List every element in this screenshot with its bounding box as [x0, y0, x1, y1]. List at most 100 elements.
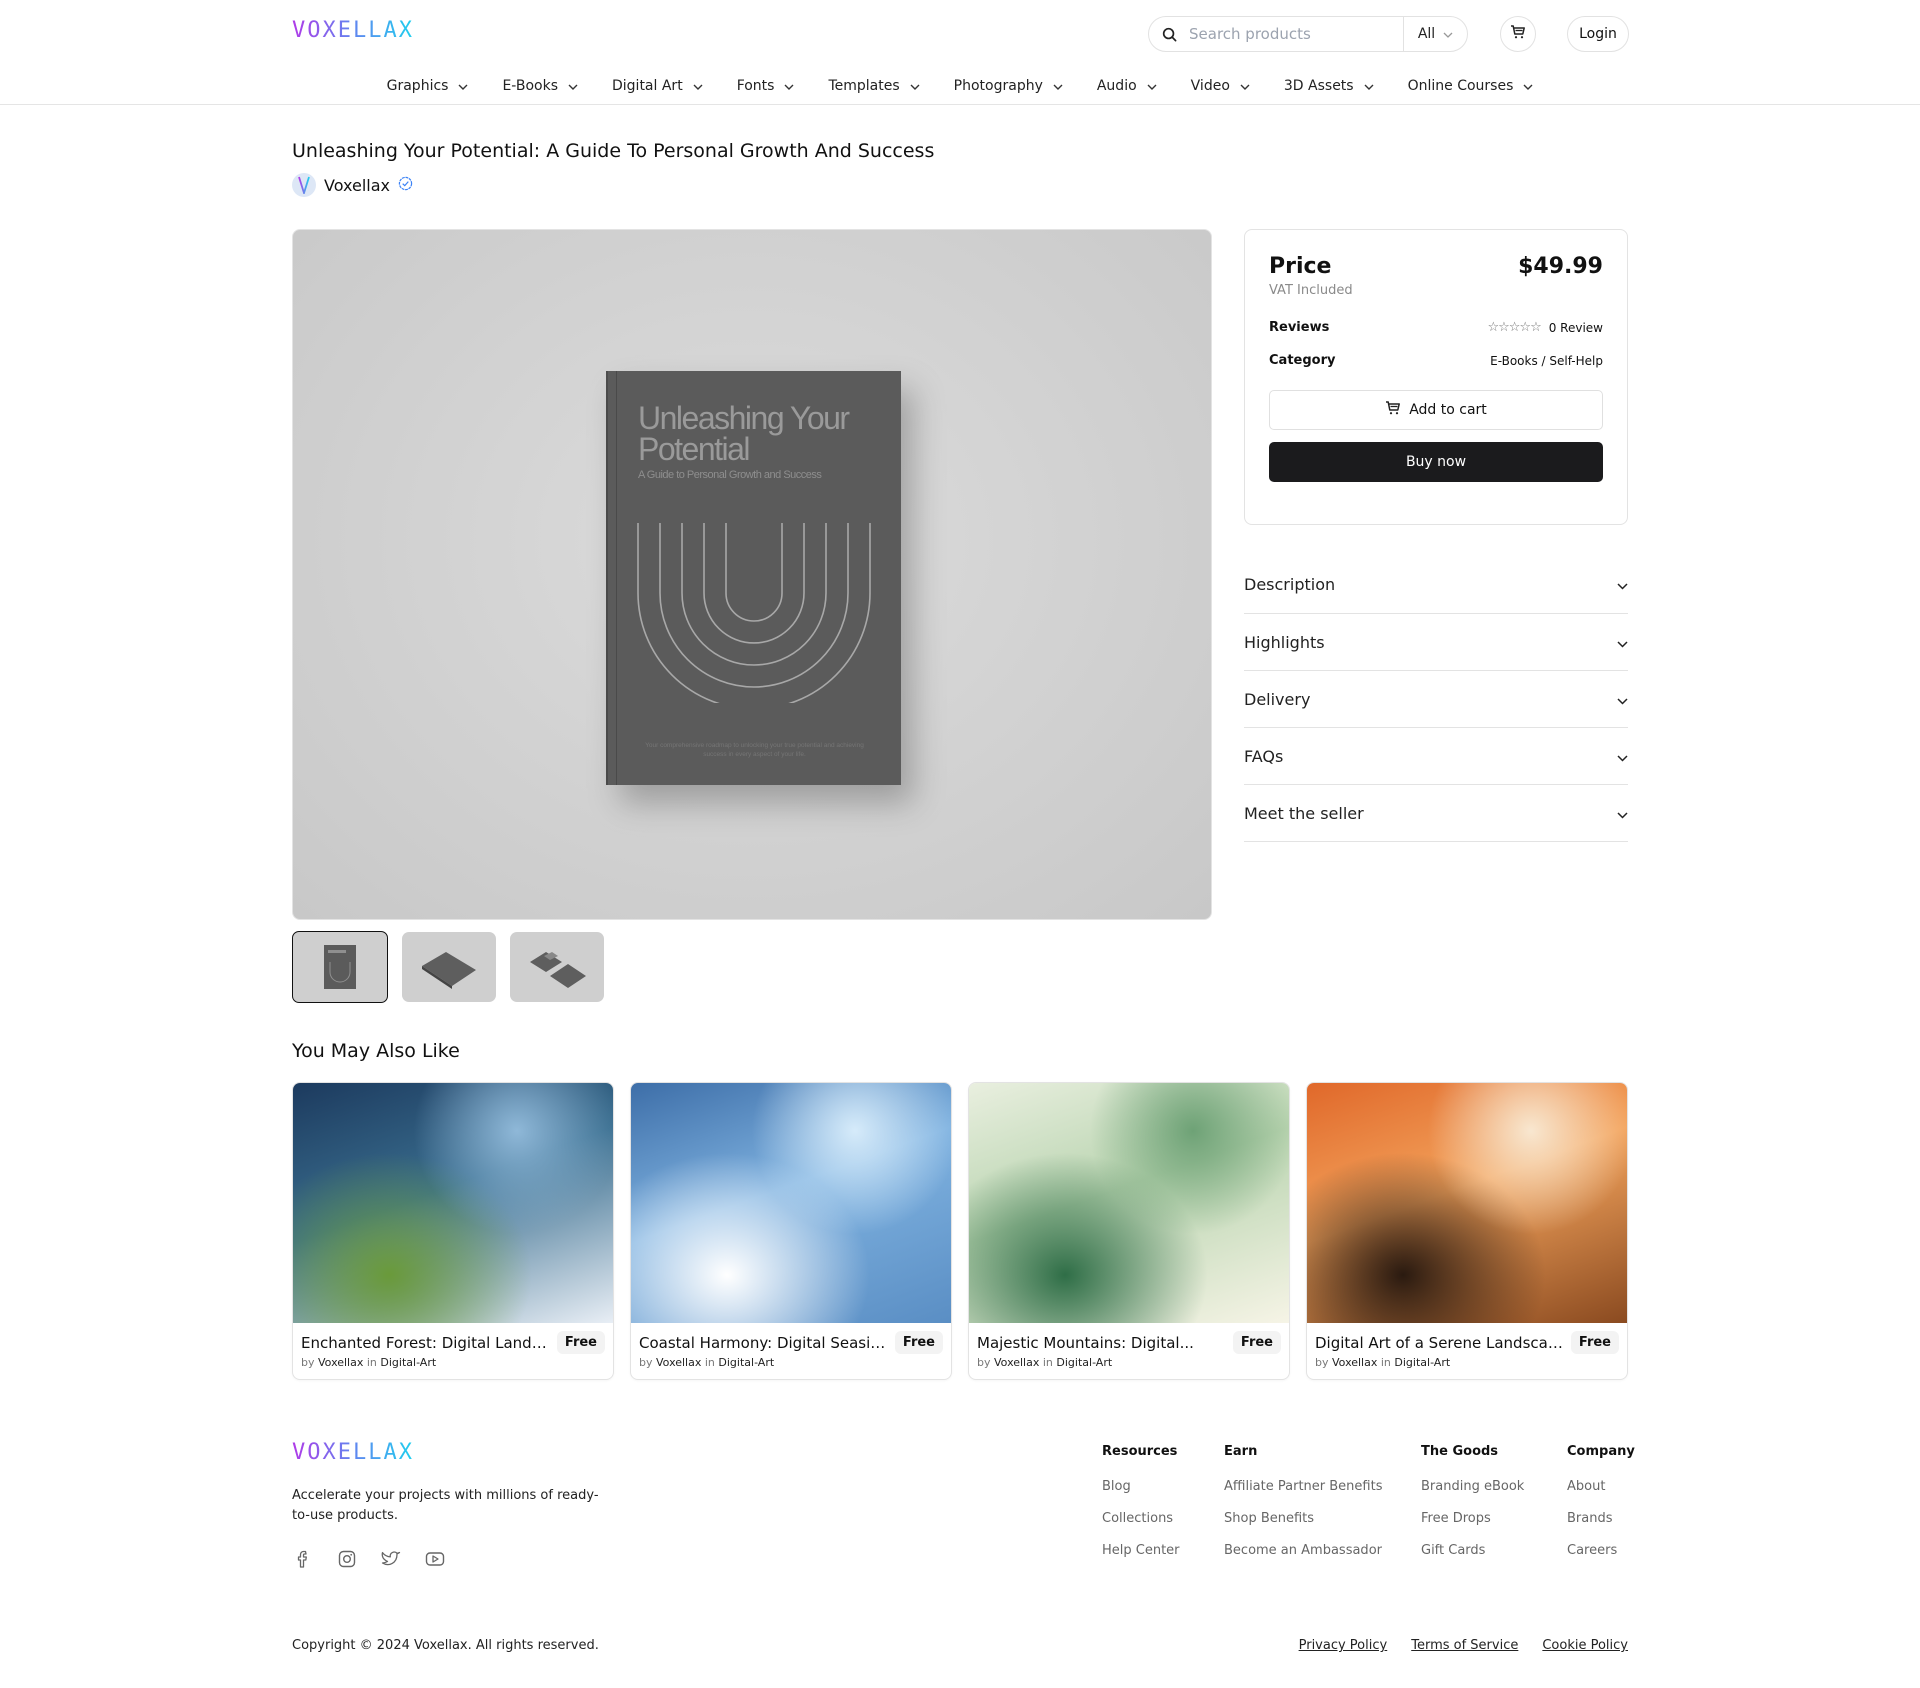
nav-item-3d-assets[interactable]: 3D Assets: [1267, 74, 1391, 98]
product-card-title: Digital Art of a Serene Landscape: [1315, 1333, 1565, 1352]
footer-link-affiliate[interactable]: Affiliate Partner Benefits: [1224, 1479, 1382, 1494]
meta-seller[interactable]: Voxellax: [994, 1356, 1039, 1369]
footer-col-the-goods: The Goods Branding eBook Free Drops Gift…: [1421, 1444, 1524, 1575]
product-card[interactable]: Coastal Harmony: Digital Seaside... Free …: [630, 1082, 952, 1380]
accordion-label: FAQs: [1244, 746, 1284, 766]
footer-link-careers[interactable]: Careers: [1567, 1543, 1635, 1558]
instagram-icon[interactable]: [336, 1548, 358, 1570]
nav-item-audio[interactable]: Audio: [1080, 74, 1174, 98]
product-card-image: [1307, 1083, 1627, 1323]
login-button[interactable]: Login: [1567, 16, 1629, 52]
meta-by: by: [1315, 1356, 1329, 1369]
meta-seller[interactable]: Voxellax: [656, 1356, 701, 1369]
price-badge: Free: [556, 1331, 605, 1354]
footer-link-gift-cards[interactable]: Gift Cards: [1421, 1543, 1524, 1558]
category-value[interactable]: E-Books / Self-Help: [1490, 354, 1603, 368]
book-cover-footer-line: Your comprehensive roadmap to unlocking …: [645, 742, 864, 749]
book-cover-title: Unleashing Your Potential: [638, 402, 850, 467]
product-card-title: Enchanted Forest: Digital Landsca...: [301, 1333, 551, 1352]
accordion-delivery[interactable]: Delivery: [1244, 671, 1628, 728]
product-card-image: [631, 1083, 951, 1323]
footer-link-shop-benefits[interactable]: Shop Benefits: [1224, 1511, 1382, 1526]
footer-link-brands[interactable]: Brands: [1567, 1511, 1635, 1526]
reviews-count: 0 Review: [1548, 320, 1603, 335]
rating-stars[interactable]: ☆☆☆☆☆ 0 Review: [1487, 320, 1603, 335]
footer-link-collections[interactable]: Collections: [1102, 1511, 1180, 1526]
accordion-highlights[interactable]: Highlights: [1244, 614, 1628, 671]
product-card-meta: by Voxellax in Digital-Art: [977, 1356, 1281, 1369]
meta-category[interactable]: Digital-Art: [1394, 1356, 1450, 1369]
meta-seller[interactable]: Voxellax: [1332, 1356, 1377, 1369]
nav-item-photography[interactable]: Photography: [937, 74, 1080, 98]
thumbnail-front-view[interactable]: [292, 931, 388, 1003]
cookie-policy-link[interactable]: Cookie Policy: [1542, 1638, 1628, 1653]
footer-col-heading: The Goods: [1421, 1444, 1499, 1459]
accordion-meet-the-seller[interactable]: Meet the seller: [1244, 785, 1628, 842]
nav-item-graphics[interactable]: Graphics: [370, 74, 486, 98]
footer-col-heading: Earn: [1224, 1444, 1258, 1459]
nav-item-label: Audio: [1096, 78, 1137, 94]
accordion-label: Highlights: [1244, 632, 1325, 652]
seller-info[interactable]: Voxellax: [292, 173, 413, 197]
brand-logo[interactable]: VOXELLAX: [292, 18, 414, 43]
add-to-cart-button[interactable]: Add to cart: [1269, 390, 1603, 430]
chevron-down-icon: [1617, 690, 1628, 709]
privacy-policy-link[interactable]: Privacy Policy: [1299, 1638, 1388, 1653]
chevron-down-icon: [1617, 747, 1628, 766]
search-input[interactable]: [1189, 25, 1403, 43]
nav-item-video[interactable]: Video: [1174, 74, 1267, 98]
footer-col-resources: Resources Blog Collections Help Center: [1102, 1444, 1180, 1575]
footer-link-ambassador[interactable]: Become an Ambassador: [1224, 1543, 1382, 1558]
footer-logo[interactable]: VOXELLAX: [292, 1440, 414, 1465]
twitter-icon[interactable]: [380, 1548, 402, 1570]
meta-category[interactable]: Digital-Art: [1056, 1356, 1112, 1369]
footer-link-free-drops[interactable]: Free Drops: [1421, 1511, 1524, 1526]
footer-col-heading: Company: [1567, 1444, 1635, 1459]
nav-item-digital-art[interactable]: Digital Art: [595, 74, 720, 98]
thumbnail-two-books-view[interactable]: [510, 932, 604, 1002]
book-cover-arcs-graphic: [637, 523, 871, 703]
meta-by: by: [639, 1356, 653, 1369]
accordion-label: Meet the seller: [1244, 803, 1364, 823]
product-card[interactable]: Majestic Mountains: Digital... Free by Vo…: [968, 1082, 1290, 1380]
book-cover-footer-line: success in every aspect of your life.: [703, 751, 806, 758]
accordion-faqs[interactable]: FAQs: [1244, 728, 1628, 785]
category-select[interactable]: All: [1404, 26, 1467, 42]
youtube-icon[interactable]: [424, 1548, 446, 1570]
meta-seller[interactable]: Voxellax: [318, 1356, 363, 1369]
star-rating-icons: ☆☆☆☆☆: [1487, 320, 1541, 335]
footer-link-help-center[interactable]: Help Center: [1102, 1543, 1180, 1558]
facebook-icon[interactable]: [292, 1548, 314, 1570]
footer-link-blog[interactable]: Blog: [1102, 1479, 1180, 1494]
product-card[interactable]: Digital Art of a Serene Landscape Free by…: [1306, 1082, 1628, 1380]
footer-link-about[interactable]: About: [1567, 1479, 1635, 1494]
seller-name[interactable]: Voxellax: [324, 176, 390, 195]
nav-item-templates[interactable]: Templates: [811, 74, 936, 98]
book-cover-title-line: Potential: [638, 431, 751, 467]
product-main-image[interactable]: Unleashing Your Potential A Guide to Per…: [292, 229, 1212, 920]
meta-category[interactable]: Digital-Art: [380, 1356, 436, 1369]
chevron-down-icon: [1240, 78, 1250, 94]
category-row: Category E-Books / Self-Help: [1269, 353, 1603, 368]
footer-col-company: Company About Brands Careers: [1567, 1444, 1635, 1575]
footer-col-heading: Resources: [1102, 1444, 1178, 1459]
book-cover-mockup: Unleashing Your Potential A Guide to Per…: [608, 371, 901, 785]
thumbnail-strip: [292, 931, 604, 1003]
chevron-down-icon: [1617, 575, 1628, 594]
product-card-meta: by Voxellax in Digital-Art: [1315, 1356, 1619, 1369]
nav-item-fonts[interactable]: Fonts: [720, 74, 812, 98]
meta-category[interactable]: Digital-Art: [718, 1356, 774, 1369]
thumbnail-angled-view[interactable]: [402, 932, 496, 1002]
footer-link-branding-ebook[interactable]: Branding eBook: [1421, 1479, 1524, 1494]
chevron-down-icon: [458, 78, 468, 94]
nav-item-e-books[interactable]: E-Books: [485, 74, 595, 98]
nav-item-online-courses[interactable]: Online Courses: [1391, 74, 1551, 98]
cart-button[interactable]: [1500, 16, 1536, 52]
nav-item-label: Templates: [828, 78, 900, 94]
nav-item-label: Fonts: [736, 78, 775, 94]
accordion-description[interactable]: Description: [1244, 557, 1628, 614]
terms-of-service-link[interactable]: Terms of Service: [1411, 1638, 1518, 1653]
buy-now-button[interactable]: Buy now: [1269, 442, 1603, 482]
product-card[interactable]: Enchanted Forest: Digital Landsca... Free…: [292, 1082, 614, 1380]
copyright-text: Copyright © 2024 Voxellax. All rights re…: [292, 1638, 599, 1653]
